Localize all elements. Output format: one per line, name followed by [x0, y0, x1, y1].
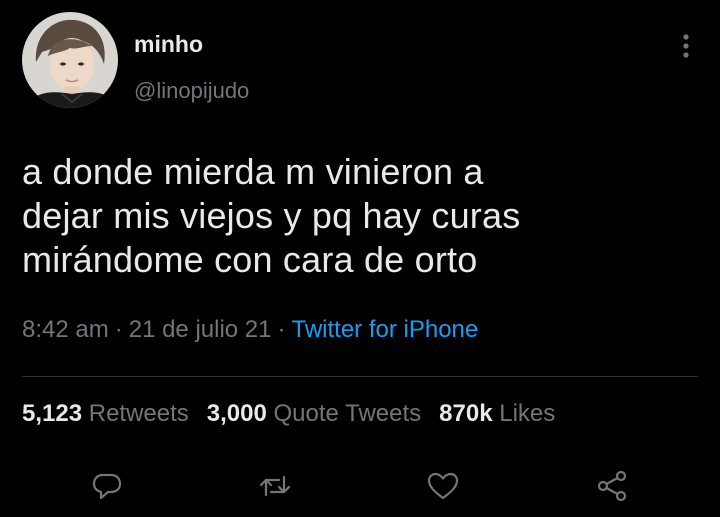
reply-icon — [92, 473, 122, 500]
quote-tweets-label: Quote Tweets — [273, 400, 422, 427]
engagement-stats: 5,123 Retweets 3,000 Quote Tweets 870k Lik… — [22, 397, 573, 431]
tweet-metadata: 8:42 am · 21 de julio 21 · Twitter for iPhon… — [22, 314, 478, 346]
tweet-detail: minho @linopijudo a donde mierda m vinie… — [0, 0, 720, 517]
retweet-button[interactable] — [257, 468, 293, 504]
display-name[interactable]: minho — [134, 30, 203, 58]
user-handle[interactable]: @linopijudo — [134, 77, 249, 105]
tweet-date[interactable]: 21 de julio 21 — [129, 316, 272, 343]
retweets-label: Retweets — [88, 400, 189, 427]
avatar-photo-icon — [22, 12, 118, 108]
share-icon — [597, 470, 627, 502]
likes-label: Likes — [499, 400, 556, 427]
tweet-source-link[interactable]: Twitter for iPhone — [292, 316, 479, 343]
action-bar — [0, 468, 720, 504]
quote-tweets-count: 3,000 — [206, 400, 267, 427]
avatar[interactable] — [22, 12, 118, 108]
separator-dot: · — [277, 316, 286, 343]
separator-dot: · — [114, 316, 123, 343]
heart-icon — [427, 472, 459, 500]
tweet-time[interactable]: 8:42 am — [22, 316, 109, 343]
tweet-text-line: dejar mis viejos y pq hay curas — [22, 195, 521, 236]
more-vertical-icon — [683, 34, 689, 58]
retweets-stat[interactable]: 5,123 Retweets — [22, 400, 189, 427]
tweet-text: a donde mierda m vinieron a dejar mis vi… — [22, 150, 702, 282]
share-button[interactable] — [594, 468, 630, 504]
likes-stat[interactable]: 870k Likes — [439, 400, 555, 427]
retweet-icon — [259, 475, 291, 497]
more-options-button[interactable] — [672, 28, 700, 64]
retweets-count: 5,123 — [22, 400, 83, 427]
divider — [22, 376, 698, 377]
likes-count: 870k — [439, 400, 493, 427]
quote-tweets-stat[interactable]: 3,000 Quote Tweets — [207, 400, 421, 427]
like-button[interactable] — [425, 468, 461, 504]
tweet-text-line: mirándome con cara de orto — [22, 239, 478, 280]
reply-button[interactable] — [89, 468, 125, 504]
tweet-text-line: a donde mierda m vinieron a — [22, 151, 484, 192]
